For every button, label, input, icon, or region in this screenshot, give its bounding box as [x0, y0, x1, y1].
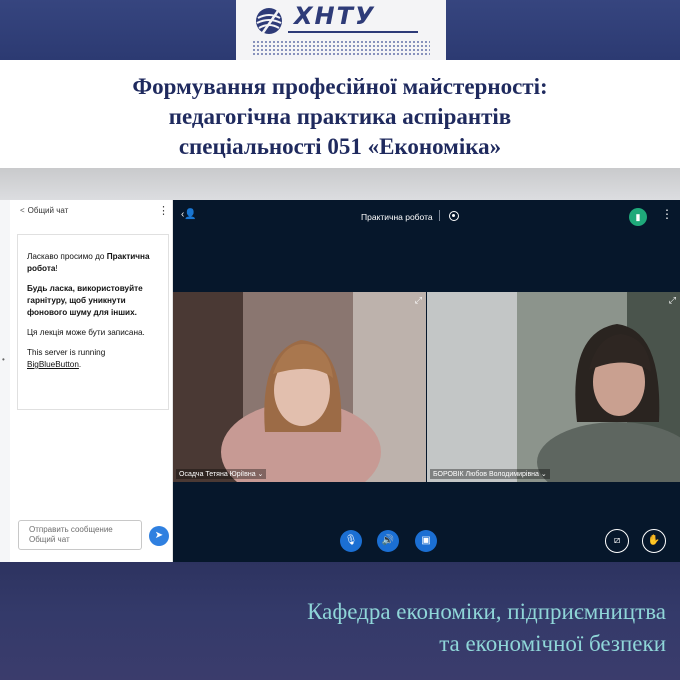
globe-icon	[256, 7, 282, 35]
server-notice: This server is running BigBlueButton.	[27, 348, 106, 369]
raise-hand-button[interactable]: ✋	[642, 529, 666, 553]
expand-icon[interactable]: ⤢	[669, 295, 676, 306]
divider-band	[0, 168, 680, 200]
participant-name[interactable]: Осадча Тетяна Юріївна ⌄	[176, 469, 267, 479]
title-line-3: спеціальності 051 «Економіка»	[178, 134, 502, 159]
users-icon[interactable]: ‹👤	[181, 209, 197, 220]
microphone-icon: 🎙	[344, 535, 358, 546]
top-banner: ХНТУ	[0, 0, 680, 60]
logo-dot-pattern	[252, 40, 430, 56]
chat-header[interactable]: < Общий чат	[20, 206, 68, 215]
page-title: Формування професійної майстерності: пед…	[0, 60, 680, 168]
signal-bars-icon[interactable]: ▮	[629, 208, 647, 226]
logo-text: ХНТУ	[294, 2, 376, 30]
title-line-1: Формування професійної майстерності:	[132, 74, 548, 99]
participant-video	[173, 292, 426, 482]
sidebar-edge-dot: •	[2, 355, 5, 364]
video-tile[interactable]: ⤢ Осадча Тетяна Юріївна ⌄	[173, 292, 426, 482]
university-logo: ХНТУ	[236, 0, 446, 60]
bigbluebutton-link[interactable]: BigBlueButton	[27, 360, 79, 369]
welcome-line: Ласкаво просимо до Практична робота!	[27, 252, 150, 273]
title-line-2: педагогічна практика аспірантів	[168, 104, 512, 129]
conference-screenshot: • < Общий чат ⋮ Ласкаво просимо до Практи…	[0, 200, 680, 562]
chat-options-icon[interactable]: ⋮	[158, 204, 169, 217]
chat-panel: < Общий чат ⋮ Ласкаво просимо до Практичн…	[10, 200, 173, 562]
send-button[interactable]: ➤	[149, 526, 169, 546]
speaker-icon: 🔊	[381, 535, 395, 546]
camera-icon: ▣	[421, 535, 431, 546]
send-icon: ➤	[154, 530, 164, 541]
department-line-2: та економічної безпеки	[439, 631, 666, 656]
record-icon[interactable]	[449, 211, 459, 221]
chat-title: Общий чат	[27, 206, 69, 215]
screen-share-off-icon: ⧄	[613, 535, 621, 546]
microphone-button[interactable]: 🎙	[340, 530, 362, 552]
department-banner: Кафедра економіки, підприємництва та еко…	[0, 562, 680, 680]
audio-button[interactable]: 🔊	[377, 530, 399, 552]
welcome-message: Ласкаво просимо до Практична робота! Буд…	[17, 234, 169, 410]
chevron-left-icon[interactable]: <	[20, 206, 25, 215]
recording-notice: Ця лекція може бути записана.	[27, 328, 145, 337]
conference-main: ‹👤 Практична робота ▮ ⋮ ⤢ Осадча Тетяна …	[173, 200, 680, 562]
participant-video	[427, 292, 680, 482]
raise-hand-icon: ✋	[647, 535, 661, 546]
chat-message-input[interactable]: Отправить сообщение Общий чат	[18, 520, 142, 550]
logo-underline	[288, 31, 418, 33]
room-title: Практична робота	[361, 212, 433, 222]
headset-notice: Будь ласка, використовуйте гарнітуру, що…	[27, 284, 143, 317]
sidebar-edge: •	[0, 200, 10, 562]
options-menu-icon[interactable]: ⋮	[661, 207, 673, 221]
title-separator	[439, 210, 440, 221]
screen-share-button[interactable]: ⧄	[605, 529, 629, 553]
department-line-1: Кафедра економіки, підприємництва	[307, 599, 666, 624]
camera-button[interactable]: ▣	[415, 530, 437, 552]
video-tile[interactable]: ⤢ БОРОВІК Любов Володимирівна ⌄	[427, 292, 680, 482]
participant-name[interactable]: БОРОВІК Любов Володимирівна ⌄	[430, 469, 550, 479]
expand-icon[interactable]: ⤢	[415, 295, 422, 306]
